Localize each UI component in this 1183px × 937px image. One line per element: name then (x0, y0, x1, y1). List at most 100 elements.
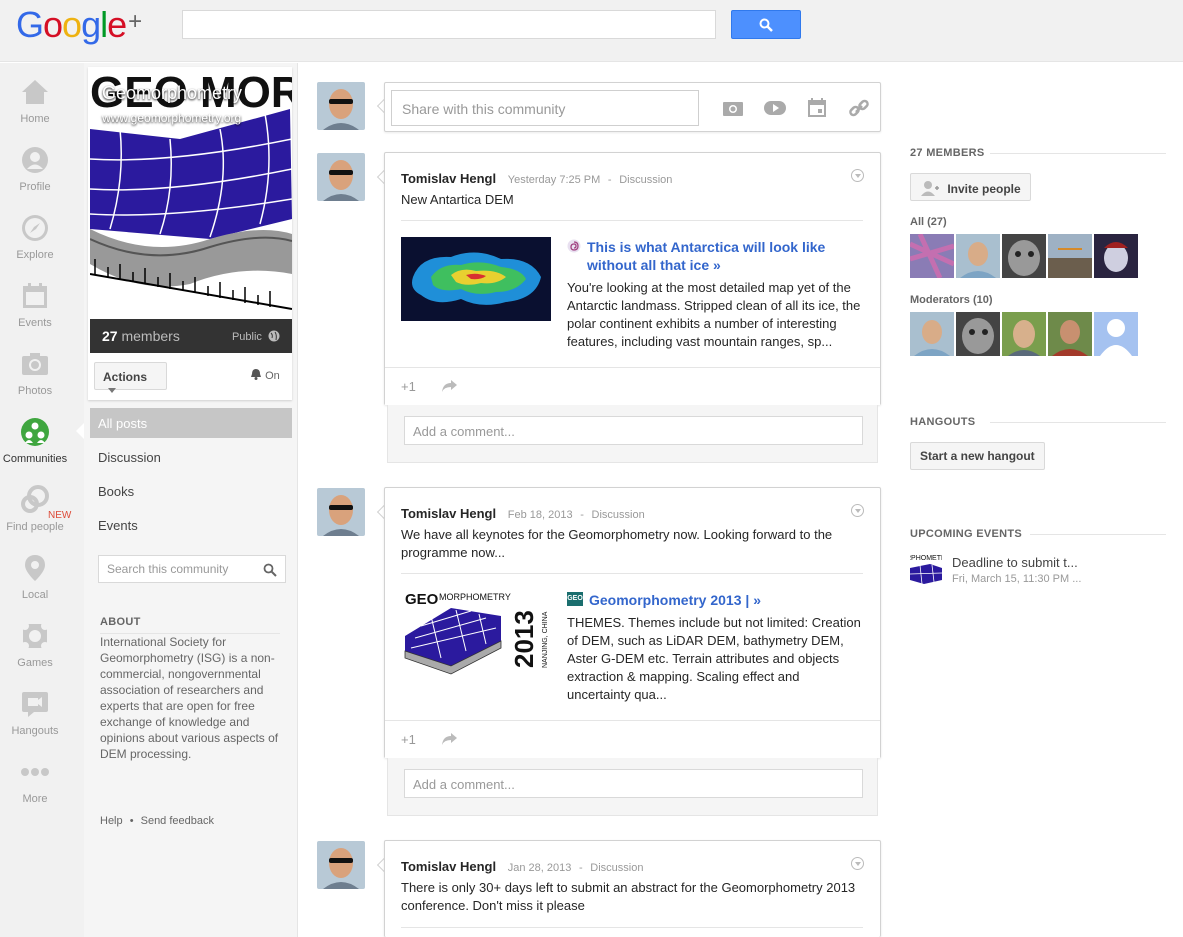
post: Tomislav Hengl Jan 28, 2013 - Discussion… (384, 840, 881, 937)
filter-events[interactable]: Events (90, 510, 292, 540)
member-avatar[interactable] (1002, 234, 1046, 278)
plus-one-button[interactable]: +1 (401, 732, 416, 747)
post-time[interactable]: Jan 28, 2013 (508, 862, 572, 874)
footer-links: Help • Send feedback (100, 815, 214, 827)
filter-all-posts[interactable]: All posts (90, 408, 292, 438)
image-text-year: 2013 (509, 610, 539, 668)
google-plus-logo[interactable]: Google+ (16, 4, 142, 46)
avatar-photo (956, 234, 1000, 278)
avatar[interactable] (317, 82, 365, 130)
actions-label: Actions (103, 370, 148, 384)
avatar[interactable] (317, 488, 365, 536)
avatar[interactable] (317, 153, 365, 201)
all-members-label[interactable]: All (27) (910, 216, 947, 228)
community-cover-image: GEO MORPHO (90, 69, 292, 319)
community-url[interactable]: www.geomorphometry.org (102, 111, 241, 125)
moderator-avatar[interactable] (1094, 312, 1138, 356)
nav-label: Games (17, 657, 53, 669)
avatar-photo (317, 82, 365, 130)
attachment-title-link[interactable]: Geomorphometry 2013 | » (567, 591, 857, 609)
plus-one-button[interactable]: +1 (401, 379, 416, 394)
filter-discussion[interactable]: Discussion (90, 442, 292, 472)
post-menu-button[interactable] (851, 169, 864, 182)
nav-events[interactable]: Events (0, 281, 70, 329)
video-icon[interactable] (763, 97, 787, 119)
nav-label: Local (21, 589, 49, 601)
avatar-photo (910, 312, 954, 356)
post-author[interactable]: Tomislav Hengl (401, 859, 496, 874)
nav-home[interactable]: Home (0, 77, 70, 125)
event-thumbnail[interactable]: RPHOMETRY (910, 552, 942, 586)
members-bar[interactable]: 27 members Public (90, 319, 292, 353)
notifications-toggle[interactable]: On (250, 368, 280, 382)
member-avatar[interactable] (1048, 234, 1092, 278)
filter-books[interactable]: Books (90, 476, 292, 506)
nav-communities[interactable]: Communities (0, 417, 70, 465)
moderator-avatar[interactable] (956, 312, 1000, 356)
invite-people-button[interactable]: Invite people (910, 173, 1031, 201)
moderator-avatar[interactable] (1048, 312, 1092, 356)
moderator-avatar[interactable] (910, 312, 954, 356)
nav-label: Explore (16, 249, 54, 261)
invite-label: Invite people (947, 182, 1021, 196)
post-text: We have all keynotes for the Geomorphome… (401, 527, 833, 560)
post-header: Tomislav Hengl Jan 28, 2013 - Discussion (401, 859, 643, 874)
post-category[interactable]: Discussion (590, 862, 643, 874)
actions-dropdown[interactable]: Actions (94, 362, 167, 393)
add-comment-input[interactable]: Add a comment... (404, 769, 863, 798)
post-author[interactable]: Tomislav Hengl (401, 506, 496, 521)
camera-icon[interactable] (721, 97, 745, 119)
member-avatar[interactable] (1094, 234, 1138, 278)
post-time[interactable]: Feb 18, 2013 (508, 509, 573, 521)
post-category[interactable]: Discussion (619, 174, 672, 186)
attachment-image[interactable]: GEO MORPHOMETRY 2013 NANJING, CHINA (401, 586, 551, 676)
community-title: Geomorphometry (102, 83, 243, 103)
avatar[interactable] (317, 841, 365, 889)
attachment-title-link[interactable]: This is what Antarctica will look like w… (567, 238, 857, 274)
nav-more[interactable]: More (0, 757, 70, 805)
attachment-image[interactable] (401, 237, 551, 321)
help-link[interactable]: Help (100, 815, 123, 827)
moderators-label[interactable]: Moderators (10) (910, 294, 993, 306)
member-avatar[interactable] (956, 234, 1000, 278)
nav-hangouts[interactable]: Hangouts (0, 689, 70, 737)
nav-profile[interactable]: Profile (0, 145, 70, 193)
geomorphometry-2013-image: GEO MORPHOMETRY 2013 NANJING, CHINA (401, 586, 551, 676)
avatar-photo (1094, 234, 1138, 278)
start-hangout-button[interactable]: Start a new hangout (910, 442, 1045, 470)
logo-plus: + (128, 8, 142, 35)
add-comment-input[interactable]: Add a comment... (404, 416, 863, 445)
nav-find-people[interactable]: Find people (0, 485, 70, 533)
post-category[interactable]: Discussion (592, 509, 645, 521)
nav-local[interactable]: Local (0, 553, 70, 601)
visibility-label: Public (232, 330, 280, 343)
post-divider (401, 927, 863, 928)
search-button[interactable] (731, 10, 801, 39)
event-title[interactable]: Deadline to submit t... (952, 555, 1078, 570)
nav-photos[interactable]: Photos (0, 349, 70, 397)
calendar-icon[interactable] (805, 97, 829, 119)
nav-games[interactable]: Games (0, 621, 70, 669)
send-feedback-link[interactable]: Send feedback (141, 815, 214, 827)
member-avatar[interactable] (910, 234, 954, 278)
post-time[interactable]: Yesterday 7:25 PM (508, 174, 601, 186)
nav-explore[interactable]: Explore (0, 213, 70, 261)
community-search-input[interactable]: Search this community (98, 555, 286, 583)
share-input[interactable]: Share with this community (391, 90, 699, 126)
share-arrow-icon[interactable] (441, 379, 458, 393)
share-arrow-icon[interactable] (441, 732, 458, 746)
post-menu-button[interactable] (851, 504, 864, 517)
post-text: There is only 30+ days left to submit an… (401, 880, 856, 913)
new-badge: NEW (48, 510, 72, 521)
search-input[interactable] (182, 10, 716, 39)
nav-label: Find people (6, 521, 64, 533)
about-text: International Society for Geomorphometry… (100, 635, 279, 761)
post-author[interactable]: Tomislav Hengl (401, 171, 496, 186)
search-icon[interactable] (263, 563, 277, 577)
moderator-avatar[interactable] (1002, 312, 1046, 356)
link-icon[interactable] (847, 97, 871, 119)
post-actions-bar: +1 (385, 367, 880, 405)
post-menu-button[interactable] (851, 857, 864, 870)
post-divider (401, 220, 863, 221)
community-card: GEO MORPHO (88, 67, 292, 400)
